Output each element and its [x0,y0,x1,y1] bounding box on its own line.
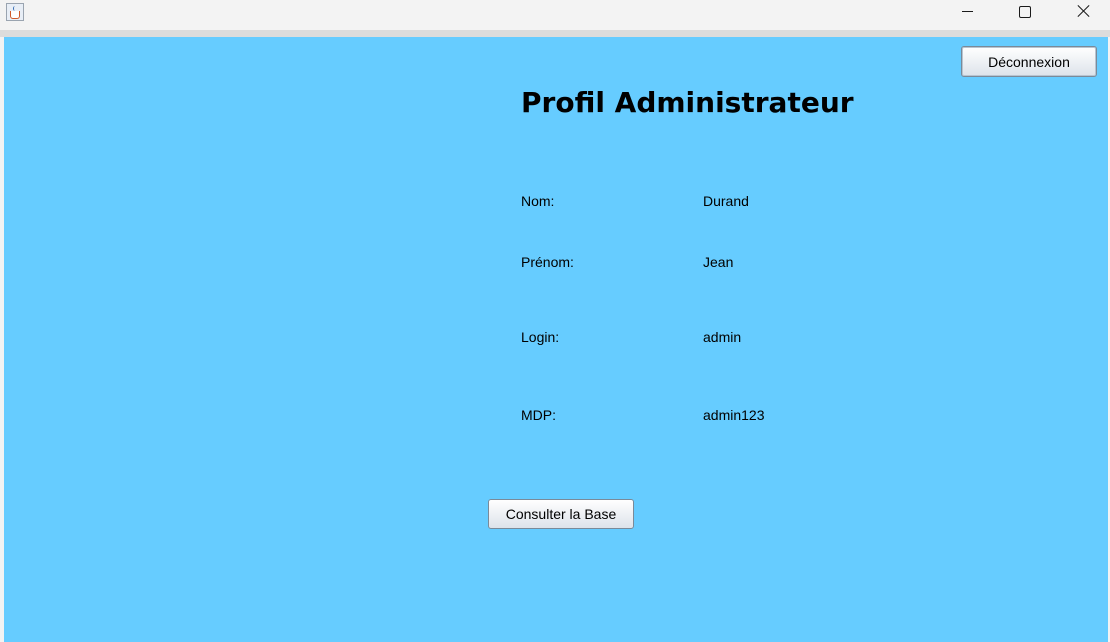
nom-label: Nom: [521,193,555,209]
consult-database-button[interactable]: Consulter la Base [488,499,634,529]
login-label: Login: [521,329,560,345]
close-button[interactable] [1054,0,1110,24]
minimize-icon [962,11,973,12]
java-cup-icon[interactable] [6,3,24,21]
maximize-icon [1019,6,1031,18]
mdp-value: admin123 [703,407,765,423]
prenom-label: Prénom: [521,254,574,270]
page-title: Profil Administrateur [521,86,854,119]
logout-button[interactable]: Déconnexion [961,46,1097,77]
nom-value: Durand [703,193,749,209]
minimize-button[interactable] [938,0,996,24]
maximize-button[interactable] [996,0,1054,24]
login-value: admin [703,329,742,345]
mdp-label: MDP: [521,407,556,423]
close-icon [1077,4,1091,18]
application-window: Déconnexion Profil Administrateur Nom: D… [0,0,1110,642]
title-bar[interactable] [0,0,1110,30]
profile-panel: Déconnexion Profil Administrateur Nom: D… [4,37,1108,642]
prenom-value: Jean [703,254,734,270]
window-frame-divider [0,30,1110,37]
